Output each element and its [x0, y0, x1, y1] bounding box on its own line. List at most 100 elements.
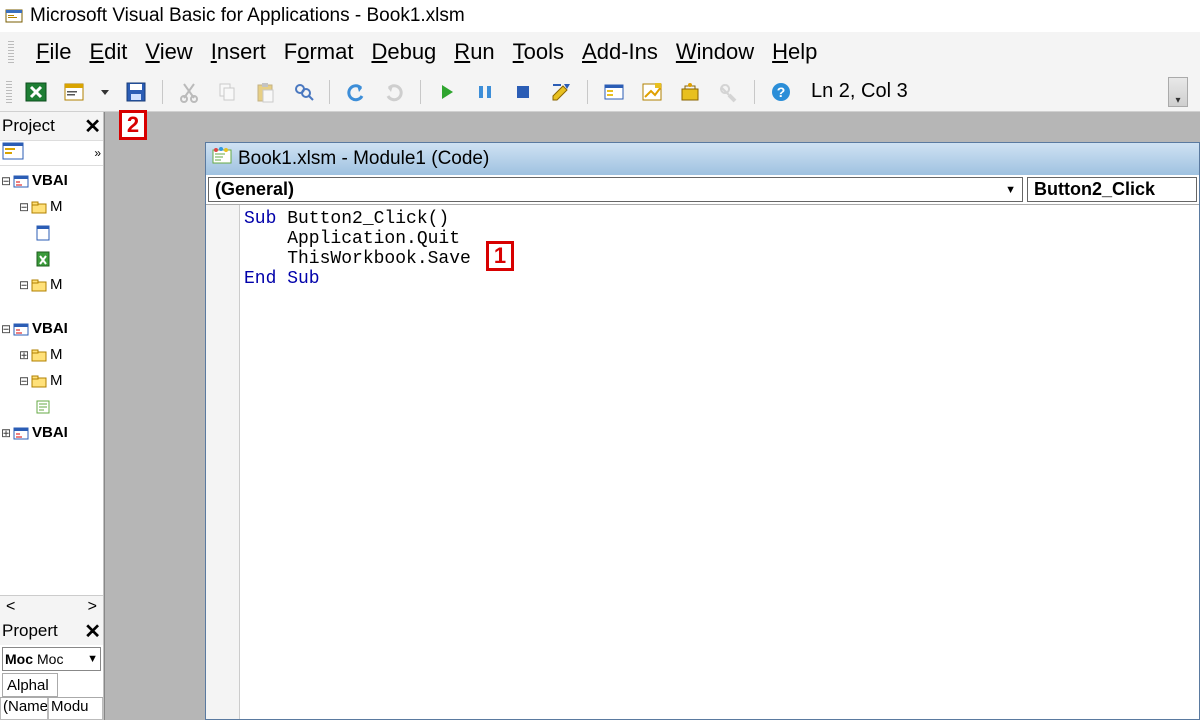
- annotation-2: 2: [119, 110, 147, 140]
- properties-row-name-label: (Name: [0, 698, 48, 720]
- insert-item-button[interactable]: [60, 78, 88, 106]
- procedure-dropdown-value: Button2_Click: [1034, 179, 1155, 200]
- toolbox-button[interactable]: [714, 78, 742, 106]
- properties-tab-alphabetic[interactable]: Alphal: [2, 673, 58, 697]
- toolbar-sep-2: [329, 80, 330, 104]
- toolbar-sep-4: [587, 80, 588, 104]
- toolbar: ? Ln 2, Col 3 ▾: [0, 72, 1200, 112]
- tree-folder-2a[interactable]: M: [50, 344, 63, 366]
- folder-icon: [30, 346, 48, 364]
- menu-view[interactable]: View: [145, 39, 192, 65]
- paste-button[interactable]: [251, 78, 279, 106]
- titlebar: Microsoft Visual Basic for Applications …: [0, 0, 1200, 32]
- break-button[interactable]: [471, 78, 499, 106]
- folder-icon: [30, 372, 48, 390]
- project-explorer-toolbar: »: [0, 140, 103, 166]
- module-icon: [34, 398, 52, 416]
- project-tree-hscroll[interactable]: < >: [0, 595, 103, 617]
- folder-icon: [30, 276, 48, 294]
- run-button[interactable]: [433, 78, 461, 106]
- code-window: Book1.xlsm - Module1 (Code) (General) ▼ …: [205, 142, 1200, 720]
- left-panel: Project ✕ » ⊟VBAI ⊟M ⊟M ⊟VBAI ⊞M ⊟M ⊞VBA…: [0, 112, 104, 720]
- tree-folder-1b[interactable]: M: [50, 274, 63, 296]
- design-mode-button[interactable]: [547, 78, 575, 106]
- properties-pane: Propert ✕ Moc Moc ▼ Alphal (Name Modu: [0, 617, 103, 720]
- properties-title: Propert: [2, 621, 84, 641]
- toggle-folders-icon[interactable]: »: [94, 146, 101, 160]
- vba-project-icon: [12, 320, 30, 338]
- insert-item-dropdown[interactable]: [98, 78, 112, 106]
- menubar: File Edit View Insert Format Debug Run T…: [0, 32, 1200, 72]
- view-excel-button[interactable]: [22, 78, 50, 106]
- module-icon: [212, 147, 232, 171]
- copy-button[interactable]: [213, 78, 241, 106]
- save-button[interactable]: [122, 78, 150, 106]
- properties-combo-type: Moc: [37, 651, 87, 667]
- cut-button[interactable]: [175, 78, 203, 106]
- toolbar-sep-3: [420, 80, 421, 104]
- toolbar-grip: [6, 81, 12, 103]
- tree-project-2[interactable]: VBAI: [32, 318, 68, 340]
- project-explorer-close-icon[interactable]: ✕: [84, 114, 101, 139]
- project-tree[interactable]: ⊟VBAI ⊟M ⊟M ⊟VBAI ⊞M ⊟M ⊞VBAI: [0, 166, 103, 595]
- code-text[interactable]: Sub Button2_Click() Application.Quit Thi…: [240, 205, 471, 719]
- properties-close-icon[interactable]: ✕: [84, 619, 101, 644]
- project-explorer-button[interactable]: [600, 78, 628, 106]
- menu-format[interactable]: Format: [284, 39, 354, 65]
- mdi-area: 2 Book1.xlsm - Module1 (Code) (General) …: [104, 112, 1200, 720]
- object-browser-button[interactable]: [676, 78, 704, 106]
- vba-app-icon: [4, 6, 24, 26]
- folder-icon: [30, 198, 48, 216]
- code-gutter: [206, 205, 240, 719]
- chevron-down-icon: ▼: [87, 653, 98, 665]
- code-window-title-text: Book1.xlsm - Module1 (Code): [238, 148, 489, 170]
- scroll-left-icon[interactable]: <: [6, 598, 15, 616]
- tree-project-3[interactable]: VBAI: [32, 422, 68, 444]
- menu-debug[interactable]: Debug: [371, 39, 436, 65]
- tree-project-1[interactable]: VBAI: [32, 170, 68, 192]
- menu-run[interactable]: Run: [454, 39, 494, 65]
- view-code-icon[interactable]: [2, 142, 24, 164]
- toolbar-sep-5: [754, 80, 755, 104]
- svg-text:?: ?: [777, 84, 786, 100]
- redo-button[interactable]: [380, 78, 408, 106]
- toolbar-overflow-button[interactable]: ▾: [1168, 77, 1188, 107]
- menu-tools[interactable]: Tools: [513, 39, 564, 65]
- menu-file[interactable]: File: [36, 39, 71, 65]
- thisworkbook-icon: [34, 250, 52, 268]
- project-explorer-header: Project ✕: [0, 112, 103, 140]
- properties-object-combo[interactable]: Moc Moc ▼: [2, 647, 101, 671]
- tree-folder-2b[interactable]: M: [50, 370, 63, 392]
- properties-grid[interactable]: (Name Modu: [0, 697, 103, 720]
- scroll-right-icon[interactable]: >: [88, 598, 97, 616]
- menu-addins[interactable]: Add-Ins: [582, 39, 658, 65]
- code-area[interactable]: Sub Button2_Click() Application.Quit Thi…: [206, 205, 1199, 719]
- project-explorer-title: Project: [2, 116, 84, 136]
- menu-insert[interactable]: Insert: [211, 39, 266, 65]
- object-dropdown-value: (General): [215, 179, 294, 200]
- toolbar-sep-1: [162, 80, 163, 104]
- help-button[interactable]: ?: [767, 78, 795, 106]
- menu-help[interactable]: Help: [772, 39, 817, 65]
- chevron-down-icon: ▼: [1005, 184, 1016, 196]
- properties-combo-name: Moc: [5, 651, 37, 667]
- properties-window-button[interactable]: [638, 78, 666, 106]
- vba-project-icon: [12, 424, 30, 442]
- tree-folder-1[interactable]: M: [50, 196, 63, 218]
- procedure-dropdown[interactable]: Button2_Click: [1027, 177, 1197, 202]
- main-area: Project ✕ » ⊟VBAI ⊟M ⊟M ⊟VBAI ⊞M ⊟M ⊞VBA…: [0, 112, 1200, 720]
- code-window-titlebar[interactable]: Book1.xlsm - Module1 (Code): [206, 143, 1199, 175]
- vba-project-icon: [12, 172, 30, 190]
- cursor-position-status: Ln 2, Col 3: [811, 80, 908, 103]
- reset-button[interactable]: [509, 78, 537, 106]
- undo-button[interactable]: [342, 78, 370, 106]
- annotation-1: 1: [486, 241, 514, 271]
- object-dropdown[interactable]: (General) ▼: [208, 177, 1023, 202]
- menubar-grip: [8, 41, 14, 63]
- sheet-icon: [34, 224, 52, 242]
- properties-row-name-value[interactable]: Modu: [48, 698, 103, 720]
- window-title: Microsoft Visual Basic for Applications …: [30, 5, 465, 27]
- find-button[interactable]: [289, 78, 317, 106]
- menu-edit[interactable]: Edit: [89, 39, 127, 65]
- menu-window[interactable]: Window: [676, 39, 754, 65]
